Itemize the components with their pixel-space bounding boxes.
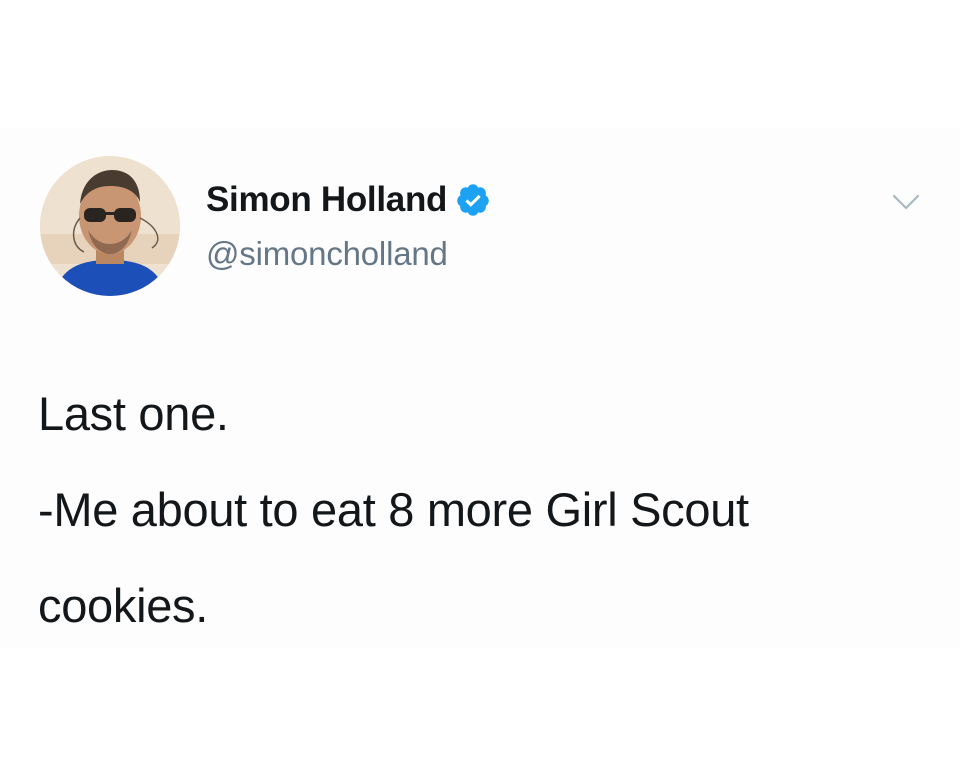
- tweet-text: Last one. -Me about to eat 8 more Girl S…: [38, 366, 918, 654]
- tweet-card: Simon Holland @simoncholland Last one. -…: [0, 128, 960, 648]
- author-handle[interactable]: @simoncholland: [206, 234, 448, 274]
- avatar[interactable]: [40, 156, 180, 296]
- avatar-photo: [40, 156, 180, 296]
- chevron-down-icon[interactable]: [888, 190, 924, 216]
- tweet-text-line: -Me about to eat 8 more Girl Scout: [38, 483, 749, 536]
- tweet-text-line: Last one.: [38, 387, 229, 440]
- tweet-text-line: cookies.: [38, 579, 209, 632]
- author-name-row[interactable]: Simon Holland: [206, 180, 491, 220]
- verified-badge-icon: [455, 182, 491, 218]
- display-name[interactable]: Simon Holland: [206, 180, 447, 220]
